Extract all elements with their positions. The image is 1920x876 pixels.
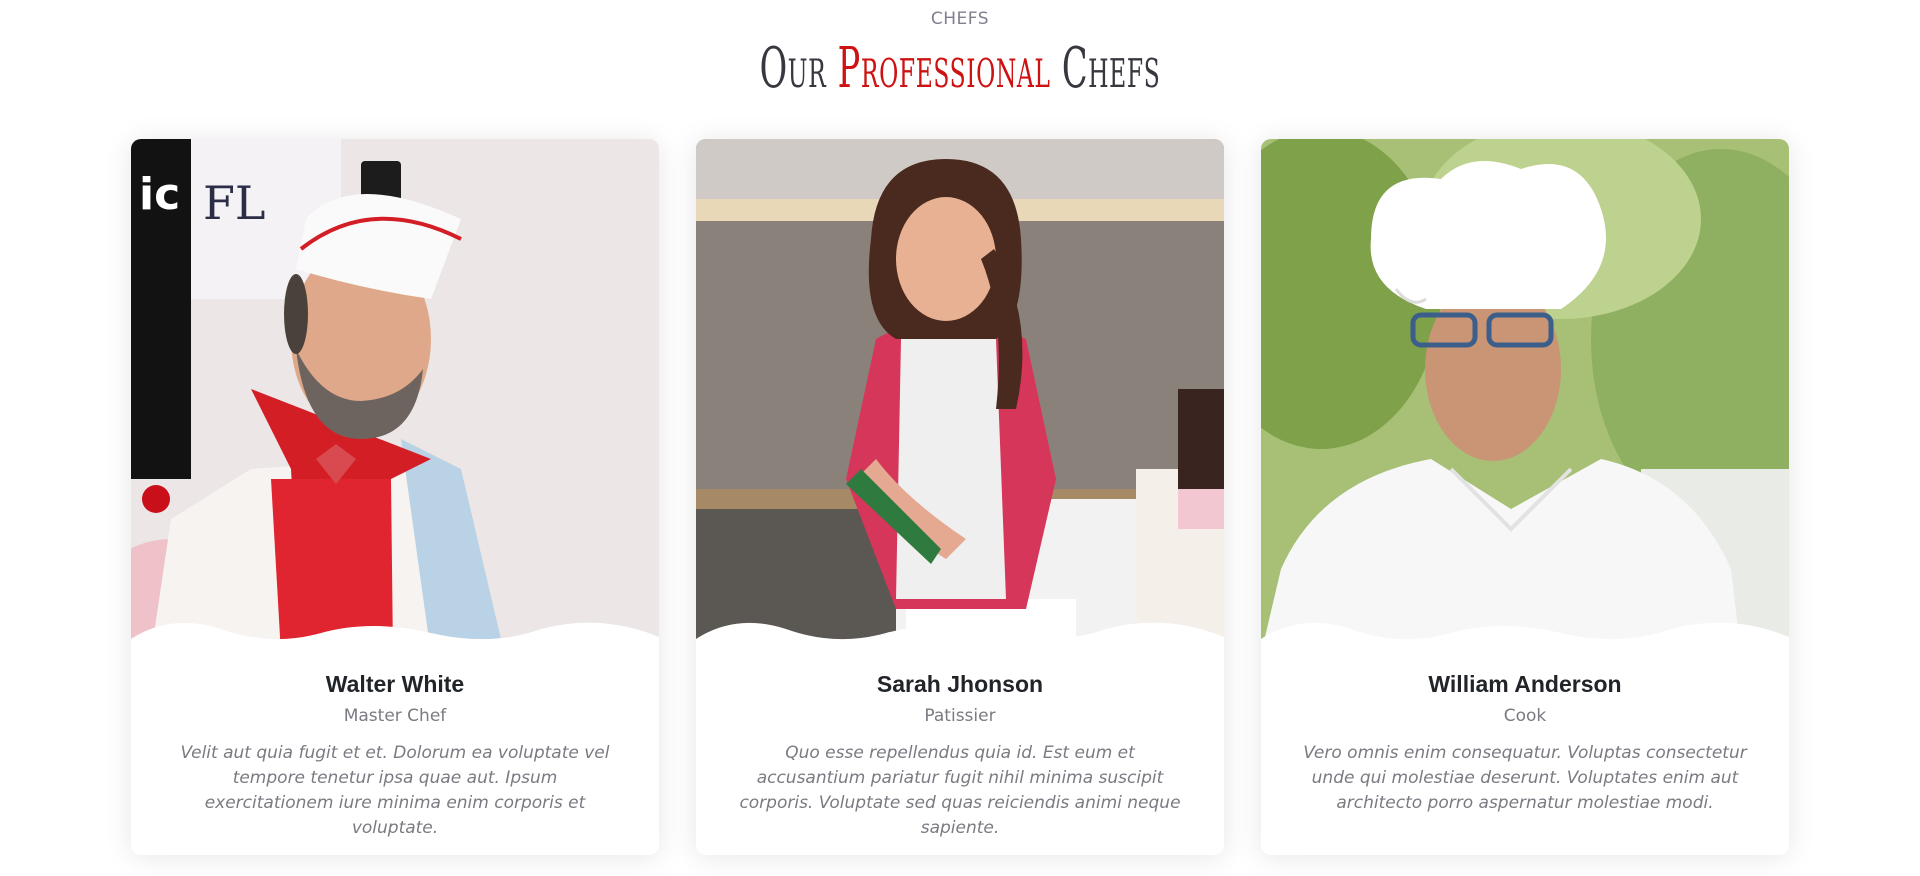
section-eyebrow: CHEFS <box>930 9 990 29</box>
title-suffix: Chefs <box>1061 36 1161 101</box>
chef-card-william-anderson[interactable]: William Anderson Cook Vero omnis enim co… <box>1261 139 1789 855</box>
svg-text:FL: FL <box>203 176 265 230</box>
chef-role: Master Chef <box>343 706 447 726</box>
chef-bio: Quo esse repellendus quia id. Est eum et… <box>739 743 1181 838</box>
chef-photo <box>1261 139 1789 654</box>
chef-name: William Anderson <box>1428 671 1622 697</box>
svg-text:ic: ic <box>139 169 180 220</box>
chef-name: Walter White <box>325 671 465 697</box>
section-title: Our Professional Chefs <box>384 34 1536 104</box>
chef-photo <box>696 139 1224 654</box>
chef-card-walter-white[interactable]: FL ic Walter White Master Chef Velit aut… <box>131 139 659 855</box>
chef-info: Sarah Jhonson Patissier Quo esse repelle… <box>696 669 1224 841</box>
chef-info: Walter White Master Chef Velit aut quia … <box>131 669 659 841</box>
chef-info: William Anderson Cook Vero omnis enim co… <box>1261 669 1789 816</box>
chef-bio: Velit aut quia fugit et et. Dolorum ea v… <box>180 743 610 838</box>
title-accent: Professional <box>837 36 1051 101</box>
chef-name: Sarah Jhonson <box>876 671 1044 697</box>
chef-bio: Vero omnis enim consequatur. Voluptas co… <box>1303 743 1747 813</box>
chef-role: Patissier <box>924 706 996 726</box>
chef-photo: FL ic <box>131 139 659 654</box>
chef-card-sarah-jhonson[interactable]: Sarah Jhonson Patissier Quo esse repelle… <box>696 139 1224 855</box>
chef-role: Cook <box>1503 706 1547 726</box>
title-prefix: Our <box>759 36 827 101</box>
